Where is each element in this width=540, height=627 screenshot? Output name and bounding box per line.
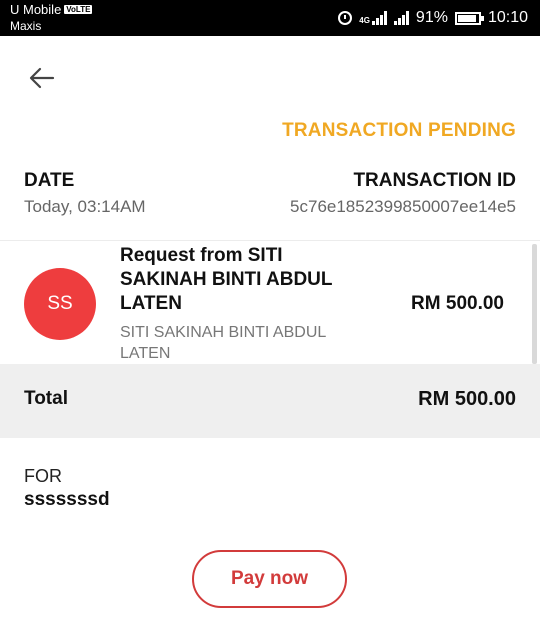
request-title: Request from SITI SAKINAH BINTI ABDUL LA…	[120, 245, 333, 314]
volte-badge: VoLTE	[64, 5, 93, 14]
scrollbar[interactable]	[532, 244, 537, 364]
avatar: SS	[24, 268, 96, 340]
alarm-icon	[338, 11, 353, 25]
transaction-id-value: 5c76e1852399850007ee14e5	[290, 197, 516, 216]
request-subtitle: SITI SAKINAH BINTI ABDUL LATEN	[120, 324, 326, 362]
divider	[0, 240, 540, 241]
total-value: RM 500.00	[418, 388, 516, 410]
transaction-status: TRANSACTION PENDING	[282, 120, 516, 141]
signal-icon	[393, 11, 409, 25]
signal-4g-icon: 4G	[359, 11, 387, 25]
pay-now-button[interactable]: Pay now	[192, 550, 347, 608]
network-type-label: 4G	[359, 16, 370, 25]
status-bar: U Mobile VoLTE Maxis 4G 91% 10:10	[0, 0, 540, 36]
total-row: Total RM 500.00	[0, 364, 540, 438]
date-label: DATE	[24, 170, 75, 191]
carrier-secondary: Maxis	[10, 19, 42, 33]
total-label: Total	[24, 388, 68, 409]
request-amount: RM 500.00	[411, 293, 504, 314]
arrow-left-icon	[29, 67, 55, 89]
battery-icon	[454, 11, 484, 25]
signal-bars-icon	[371, 11, 387, 25]
back-button[interactable]	[28, 64, 56, 92]
transaction-id-label: TRANSACTION ID	[353, 170, 516, 191]
for-value: sssssssd	[24, 489, 110, 510]
date-value: Today, 03:14AM	[24, 197, 146, 216]
carrier-primary-label: U Mobile	[10, 2, 62, 17]
clock: 10:10	[487, 9, 528, 26]
carrier-primary: U Mobile VoLTE	[10, 2, 93, 17]
for-label: FOR	[24, 466, 62, 486]
status-icons: 4G 91% 10:10	[338, 7, 528, 29]
battery-percent: 91%	[415, 9, 448, 26]
